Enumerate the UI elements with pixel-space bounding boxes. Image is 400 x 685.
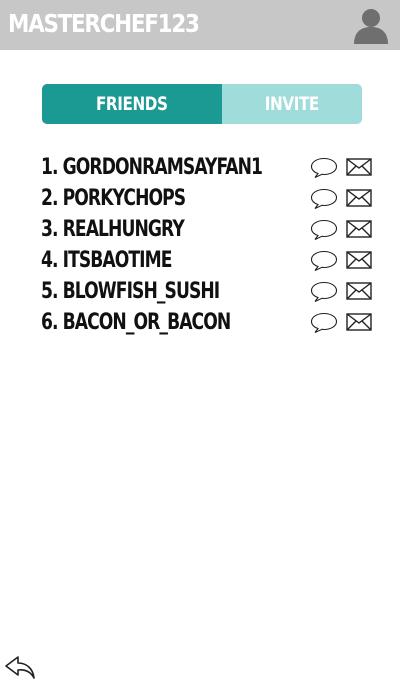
list-item: 4. ITSBAOTIME [41, 248, 381, 279]
friend-name[interactable]: 5. BLOWFISH_SUSHI [41, 279, 220, 304]
envelope-icon[interactable] [346, 313, 372, 331]
chat-bubble-icon[interactable] [310, 312, 338, 334]
list-item: 5. BLOWFISH_SUSHI [41, 279, 381, 310]
tab-invite[interactable]: INVITE [222, 84, 362, 124]
reply-arrow-icon[interactable] [4, 654, 36, 680]
chat-bubble-icon[interactable] [310, 188, 338, 210]
friend-name[interactable]: 4. ITSBAOTIME [41, 248, 172, 273]
envelope-icon[interactable] [346, 189, 372, 207]
app-header: MASTERCHEF123 [0, 0, 400, 50]
list-item: 1. GORDONRAMSAYFAN1 [41, 155, 381, 186]
envelope-icon[interactable] [346, 251, 372, 269]
chat-bubble-icon[interactable] [310, 250, 338, 272]
friend-name[interactable]: 1. GORDONRAMSAYFAN1 [41, 155, 263, 180]
chat-bubble-icon[interactable] [310, 281, 338, 303]
tab-friends[interactable]: FRIENDS [42, 84, 222, 124]
envelope-icon[interactable] [346, 282, 372, 300]
user-icon[interactable] [353, 7, 389, 45]
friend-name[interactable]: 3. REALHUNGRY [41, 217, 185, 242]
friends-list: 1. GORDONRAMSAYFAN1 2. PORKYCHOPS 3. REA… [41, 155, 381, 341]
tab-bar: FRIENDS INVITE [42, 84, 362, 124]
app-title: MASTERCHEF123 [8, 9, 200, 38]
friend-name[interactable]: 6. BACON_OR_BACON [41, 310, 231, 335]
list-item: 3. REALHUNGRY [41, 217, 381, 248]
envelope-icon[interactable] [346, 220, 372, 238]
chat-bubble-icon[interactable] [310, 219, 338, 241]
envelope-icon[interactable] [346, 158, 372, 176]
list-item: 6. BACON_OR_BACON [41, 310, 381, 341]
friend-name[interactable]: 2. PORKYCHOPS [41, 186, 186, 211]
list-item: 2. PORKYCHOPS [41, 186, 381, 217]
chat-bubble-icon[interactable] [310, 157, 338, 179]
